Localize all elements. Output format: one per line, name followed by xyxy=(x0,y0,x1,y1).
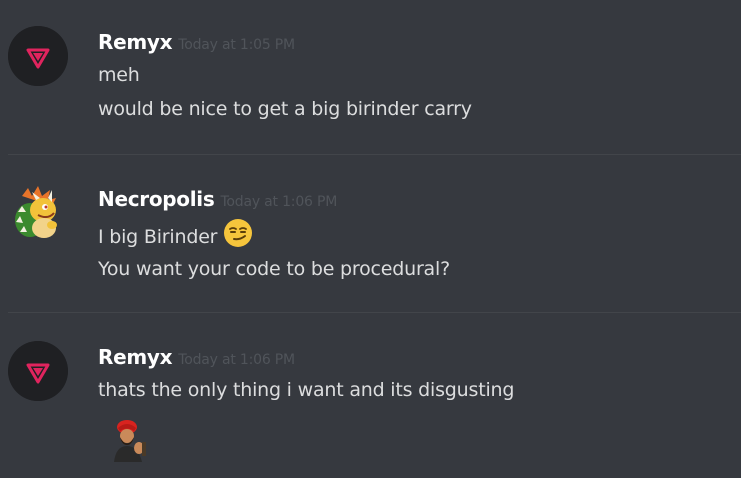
timestamp: Today at 1:05 PM xyxy=(178,37,295,53)
username[interactable]: Necropolis xyxy=(98,187,215,211)
timestamp: Today at 1:06 PM xyxy=(220,194,338,210)
smirk-emoji-icon[interactable] xyxy=(223,218,253,253)
message-header: Remyx Today at 1:06 PM xyxy=(98,345,295,369)
username[interactable]: Remyx xyxy=(98,345,173,369)
message-line: I big Birinder xyxy=(98,218,253,255)
message-text: I big Birinder xyxy=(98,226,218,248)
message-text: meh xyxy=(98,64,140,86)
avatar[interactable] xyxy=(8,182,68,242)
message-text: thats the only thing i want and its disg… xyxy=(98,379,515,401)
remyx-logo-icon xyxy=(8,26,68,86)
avatar[interactable] xyxy=(8,341,68,401)
username[interactable]: Remyx xyxy=(98,30,173,54)
chat-messages-pane: Remyx Today at 1:05 PM meh would be nice … xyxy=(0,0,741,478)
avatar[interactable] xyxy=(8,26,68,86)
bowser-avatar-icon xyxy=(15,186,57,238)
message-header: Necropolis Today at 1:06 PM xyxy=(98,187,337,211)
message-divider xyxy=(8,312,741,313)
message-divider xyxy=(8,154,741,155)
message-text: would be nice to get a big birinder carr… xyxy=(98,98,472,120)
remyx-logo-icon xyxy=(8,341,68,401)
message-header: Remyx Today at 1:05 PM xyxy=(98,30,295,54)
birinder-sticker-image[interactable] xyxy=(112,418,148,462)
message-text: You want your code to be procedural? xyxy=(98,258,450,280)
timestamp: Today at 1:06 PM xyxy=(178,352,295,368)
